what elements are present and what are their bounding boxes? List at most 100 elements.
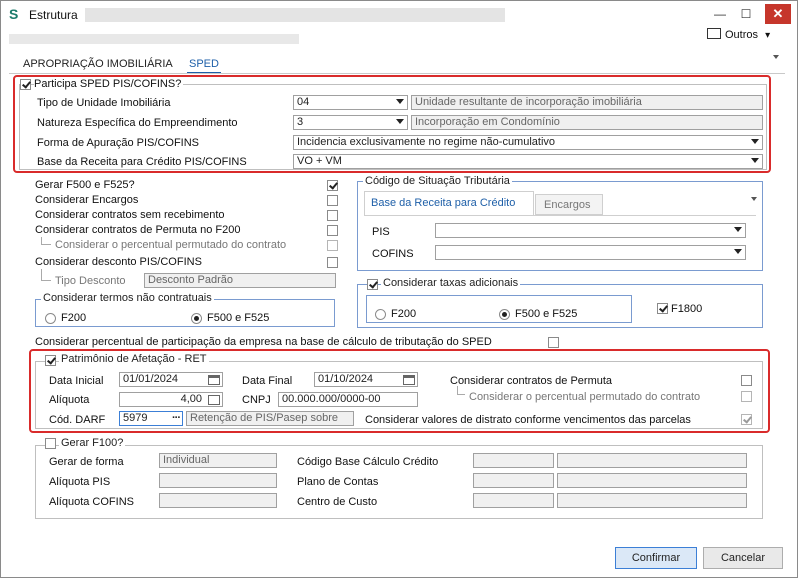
desconto-checkbox[interactable] bbox=[327, 257, 338, 268]
taxas-label: Considerar taxas adicionais bbox=[381, 277, 521, 289]
base-receita-label: Base da Receita para Crédito PIS/COFINS bbox=[37, 156, 247, 168]
dropdown-arrow-icon bbox=[734, 227, 742, 232]
cofins-select[interactable] bbox=[435, 245, 746, 260]
dialog-window: S Estrutura — ☐ ✕ Outros ▾ APROPRIAÇÃO I… bbox=[0, 0, 798, 578]
percentual-participacao-label: Considerar percentual de participação da… bbox=[35, 336, 492, 348]
tab-base-receita-label: Base da Receita para Crédito bbox=[371, 197, 516, 209]
aliquota-cofins-field[interactable] bbox=[159, 493, 277, 508]
natureza-value: 3 bbox=[297, 116, 304, 128]
aliquota-label: Alíquota bbox=[49, 394, 90, 406]
tab-divider bbox=[9, 73, 785, 74]
tab-sped[interactable]: SPED bbox=[189, 58, 219, 70]
gerar-f500-checkbox[interactable] bbox=[327, 180, 338, 191]
data-final-value: 01/10/2024 bbox=[318, 373, 374, 385]
taxas-f200-radio[interactable] bbox=[375, 309, 386, 320]
cnpj-label: CNPJ bbox=[242, 394, 271, 406]
taxas-f500-radio[interactable] bbox=[499, 309, 510, 320]
cst-collapse-icon[interactable] bbox=[751, 197, 757, 201]
termos-f500-label: F500 e F525 bbox=[207, 312, 270, 324]
centro-custo-desc-field bbox=[557, 493, 747, 508]
dropdown-arrow-icon bbox=[751, 139, 759, 144]
tipo-desconto-field[interactable]: Desconto Padrão bbox=[144, 273, 336, 288]
centro-custo-code-field[interactable] bbox=[473, 493, 554, 508]
codigo-base-label: Código Base Cálculo Crédito bbox=[297, 456, 439, 468]
forma-apuracao-label: Forma de Apuração PIS/COFINS bbox=[37, 137, 200, 149]
base-receita-select[interactable]: VO + VM bbox=[293, 154, 763, 169]
darf-value: 5979 bbox=[123, 412, 148, 424]
tipo-unidade-description: Unidade resultante de incorporação imobi… bbox=[411, 95, 763, 110]
minimize-button[interactable]: — bbox=[709, 5, 731, 25]
data-inicial-field[interactable]: 01/01/2024 bbox=[119, 372, 223, 387]
encargos-label: Considerar Encargos bbox=[35, 194, 139, 206]
distrato-checkbox[interactable] bbox=[741, 414, 752, 425]
codigo-base-code-field[interactable] bbox=[473, 453, 554, 468]
pis-select[interactable] bbox=[435, 223, 746, 238]
aliquota-pis-field[interactable] bbox=[159, 473, 277, 488]
encargos-checkbox[interactable] bbox=[327, 195, 338, 206]
calendar-icon[interactable] bbox=[403, 375, 415, 385]
tab-base-receita[interactable]: Base da Receita para Crédito bbox=[364, 191, 534, 215]
tab-encargos-label: Encargos bbox=[544, 199, 591, 211]
percentual-participacao-checkbox[interactable] bbox=[548, 337, 559, 348]
taxas-f200-label: F200 bbox=[391, 308, 417, 320]
sem-recebimento-label: Considerar contratos sem recebimento bbox=[35, 209, 225, 221]
natureza-select[interactable]: 3 bbox=[293, 115, 408, 130]
close-button[interactable]: ✕ bbox=[765, 4, 791, 24]
f1800-checkbox[interactable] bbox=[657, 303, 668, 314]
window-title: Estrutura bbox=[29, 8, 78, 22]
darf-description: Retenção de PIS/Pasep sobre bbox=[186, 411, 354, 426]
participa-sped-checkbox[interactable] bbox=[20, 79, 31, 90]
ret-permuta-checkbox[interactable] bbox=[741, 375, 752, 386]
outros-menu-button[interactable]: Outros ▾ bbox=[707, 28, 770, 41]
pis-label: PIS bbox=[372, 226, 390, 238]
sem-recebimento-checkbox[interactable] bbox=[327, 210, 338, 221]
data-final-field[interactable]: 01/10/2024 bbox=[314, 372, 418, 387]
f100-checkbox[interactable] bbox=[45, 438, 56, 449]
list-icon bbox=[707, 28, 721, 39]
permuta-f200-label: Considerar contratos de Permuta no F200 bbox=[35, 224, 241, 236]
ret-percentual-checkbox[interactable] bbox=[741, 391, 752, 402]
gerar-forma-field[interactable]: Individual bbox=[159, 453, 277, 468]
permuta-f200-checkbox[interactable] bbox=[327, 225, 338, 236]
forma-apuracao-select[interactable]: Incidencia exclusivamente no regime não-… bbox=[293, 135, 763, 150]
participa-sped-label: Participa SPED PIS/COFINS? bbox=[34, 78, 184, 90]
ret-checkbox[interactable] bbox=[45, 355, 56, 366]
ellipsis-icon[interactable]: ··· bbox=[172, 412, 181, 425]
taxas-f500-label: F500 e F525 bbox=[515, 308, 578, 320]
f1800-label: F1800 bbox=[671, 303, 703, 315]
base-receita-value: VO + VM bbox=[297, 155, 342, 167]
outros-label: Outros bbox=[725, 29, 759, 41]
calendar-icon[interactable] bbox=[208, 375, 220, 385]
data-inicial-value: 01/01/2024 bbox=[123, 373, 179, 385]
tab-encargos[interactable]: Encargos bbox=[535, 194, 603, 215]
title-bar: S Estrutura — ☐ ✕ bbox=[1, 1, 797, 29]
f100-label: Gerar F100? bbox=[59, 437, 126, 449]
confirmar-button[interactable]: Confirmar bbox=[615, 547, 697, 569]
data-final-label: Data Final bbox=[242, 375, 293, 387]
plano-contas-code-field[interactable] bbox=[473, 473, 554, 488]
collapse-arrow-icon[interactable] bbox=[773, 55, 779, 59]
taxas-checkbox[interactable] bbox=[367, 279, 378, 290]
ret-percentual-label: Considerar o percentual permutado do con… bbox=[469, 391, 701, 403]
cancelar-button[interactable]: Cancelar bbox=[703, 547, 783, 569]
plano-contas-label: Plano de Contas bbox=[297, 476, 379, 488]
termos-f200-radio[interactable] bbox=[45, 313, 56, 324]
termos-f500-radio[interactable] bbox=[191, 313, 202, 324]
redacted-title-area bbox=[85, 8, 505, 22]
tree-connector bbox=[41, 269, 51, 281]
maximize-button[interactable]: ☐ bbox=[735, 5, 757, 25]
percentual-permutado-checkbox[interactable] bbox=[327, 240, 338, 251]
tab-apropriacao-imobiliaria[interactable]: APROPRIAÇÃO IMOBILIÁRIA bbox=[23, 58, 173, 70]
aliquota-field[interactable]: 4,00 bbox=[119, 392, 223, 407]
termos-f200-label: F200 bbox=[61, 312, 87, 324]
gerar-forma-label: Gerar de forma bbox=[49, 456, 124, 468]
cnpj-field[interactable]: 00.000.000/0000-00 bbox=[278, 392, 418, 407]
calculator-icon[interactable] bbox=[208, 395, 220, 405]
redacted-subtitle-area bbox=[9, 34, 299, 44]
tipo-unidade-select[interactable]: 04 bbox=[293, 95, 408, 110]
app-logo-icon: S bbox=[9, 6, 19, 22]
cofins-label: COFINS bbox=[372, 248, 414, 260]
termos-title: Considerar termos não contratuais bbox=[41, 292, 214, 304]
aliquota-cofins-label: Alíquota COFINS bbox=[49, 496, 134, 508]
darf-field[interactable]: 5979 ··· bbox=[119, 411, 183, 426]
